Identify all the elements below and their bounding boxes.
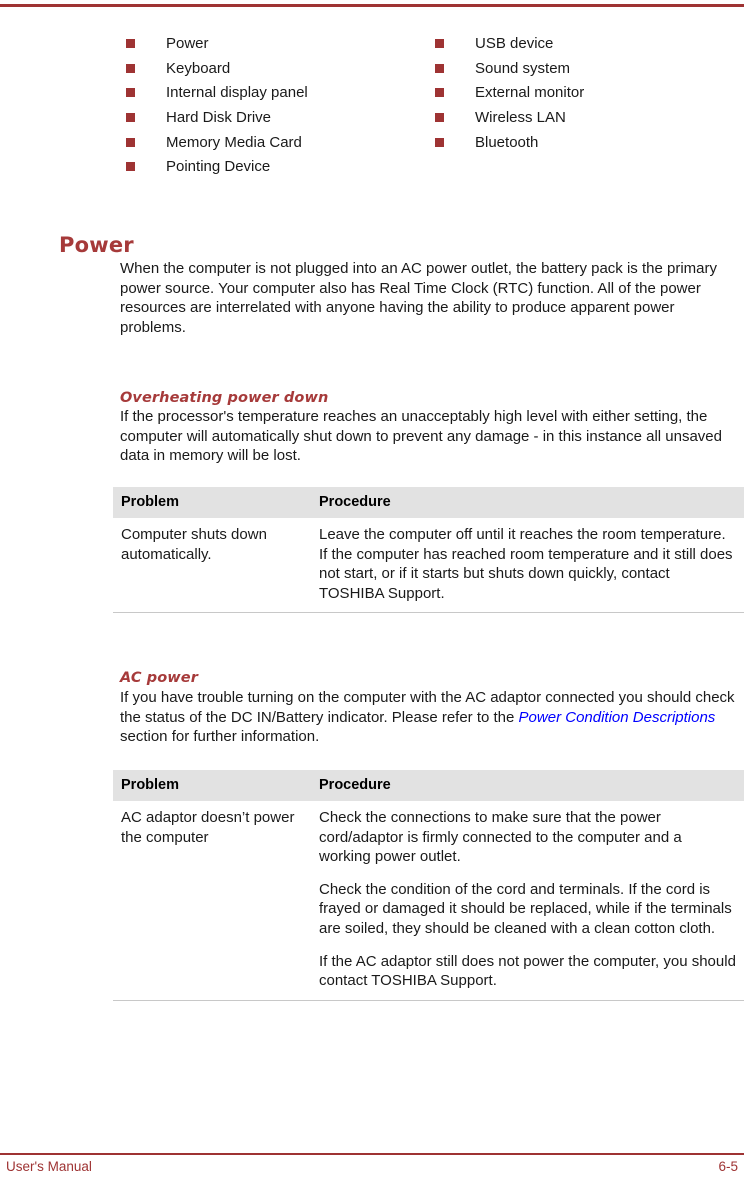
table-row: AC adaptor doesn’t power the computer Ch… <box>113 801 744 1001</box>
list-item: Wireless LAN <box>435 107 735 132</box>
bullet-item-label: Internal display panel <box>166 84 308 102</box>
cell-problem: Computer shuts down automatically. <box>113 518 311 614</box>
procedure-paragraph: Check the connections to make sure that … <box>319 809 682 866</box>
page-bottom-rule <box>0 1153 744 1155</box>
list-item: Memory Media Card <box>126 132 426 157</box>
ac-power-intro-text-after-link: section for further information. <box>120 728 320 746</box>
subsection-heading-overheating-power-down: Overheating power down <box>120 390 329 407</box>
column-header-procedure: Procedure <box>319 777 391 793</box>
bullet-item-label: Bluetooth <box>475 133 539 151</box>
list-item: Sound system <box>435 58 735 83</box>
list-item: Hard Disk Drive <box>126 107 426 132</box>
footer-document-title: User's Manual <box>6 1159 92 1174</box>
bullet-item-label: External monitor <box>475 84 585 102</box>
bullet-item-label: USB device <box>475 35 554 52</box>
list-item: Bluetooth <box>435 132 735 157</box>
square-bullet-icon <box>126 88 135 98</box>
page-top-rule <box>0 4 744 7</box>
bullet-item-label: Pointing Device <box>166 158 271 176</box>
square-bullet-icon <box>435 137 444 147</box>
bullet-item-label: Keyboard <box>166 59 231 77</box>
square-bullet-icon <box>435 39 444 48</box>
bullet-item-label: Sound system <box>475 59 571 77</box>
footer-page-number: 6-5 <box>718 1159 738 1174</box>
ac-power-intro-paragraph: If you have trouble turning on the compu… <box>120 688 742 747</box>
bullet-item-label: Hard Disk Drive <box>166 109 272 127</box>
cell-procedure: Leave the computer off until it reaches … <box>311 518 744 614</box>
power-intro-paragraph: When the computer is not plugged into an… <box>120 260 717 336</box>
subsection-heading-ac-power: AC power <box>120 670 198 687</box>
list-item: Internal display panel <box>126 82 426 107</box>
square-bullet-icon <box>126 113 135 123</box>
overheating-troubleshooting-table: Problem Procedure Computer shuts down au… <box>113 487 744 614</box>
bullet-list-left-column: Power Keyboard Internal display panel Ha… <box>126 33 426 181</box>
list-item: External monitor <box>435 82 735 107</box>
table-row: Computer shuts down automatically. Leave… <box>113 518 744 614</box>
table-header-row: Problem Procedure <box>113 487 744 518</box>
table-header-row: Problem Procedure <box>113 770 744 801</box>
square-bullet-icon <box>126 39 135 48</box>
square-bullet-icon <box>435 88 444 98</box>
bullet-item-label: Power <box>166 35 209 52</box>
list-item: Power <box>126 33 426 58</box>
list-item: Pointing Device <box>126 156 426 181</box>
procedure-paragraph: Leave the computer off until it reaches … <box>319 526 733 602</box>
bullet-item-label: Wireless LAN <box>475 109 566 127</box>
square-bullet-icon <box>126 162 135 172</box>
bullet-list-right-column: USB device Sound system External monitor… <box>435 33 735 156</box>
column-header-problem: Problem <box>121 777 180 793</box>
square-bullet-icon <box>435 63 444 73</box>
list-item: Keyboard <box>126 58 426 83</box>
section-heading-power: Power <box>59 233 134 258</box>
column-header-procedure: Procedure <box>319 494 391 510</box>
procedure-paragraph: Check the condition of the cord and term… <box>319 880 732 937</box>
bullet-item-label: Memory Media Card <box>166 133 302 151</box>
page-footer: User's Manual 6-5 <box>0 1158 744 1179</box>
square-bullet-icon <box>126 63 135 73</box>
list-item: USB device <box>435 33 735 58</box>
square-bullet-icon <box>435 113 444 123</box>
column-header-problem: Problem <box>121 494 180 510</box>
power-condition-descriptions-link[interactable]: Power Condition Descriptions <box>519 709 716 726</box>
overheating-intro-paragraph: If the processor's temperature reaches a… <box>120 408 722 465</box>
cell-problem: AC adaptor doesn’t power the computer <box>113 801 311 1001</box>
square-bullet-icon <box>126 137 135 147</box>
ac-power-troubleshooting-table: Problem Procedure AC adaptor doesn’t pow… <box>113 770 744 1001</box>
cell-procedure: Check the connections to make sure that … <box>311 801 744 1001</box>
procedure-paragraph: If the AC adaptor still does not power t… <box>319 952 736 990</box>
